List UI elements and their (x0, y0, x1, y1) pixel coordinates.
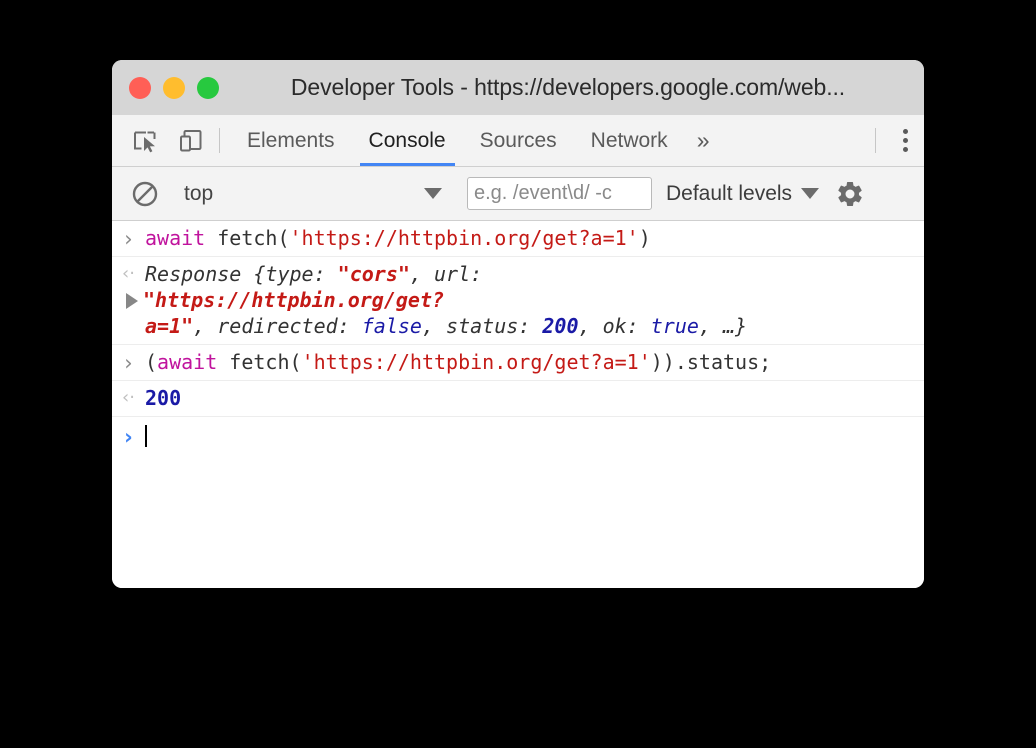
tabbar-tool-icons (112, 115, 209, 166)
tab-network-label: Network (590, 128, 668, 152)
device-toolbar-icon (180, 129, 202, 151)
chevron-down-icon (801, 188, 820, 199)
devtools-window: Developer Tools - https://developers.goo… (112, 60, 924, 588)
tab-console-label: Console (368, 128, 446, 152)
clear-console-icon (132, 181, 158, 206)
code-token: , redirected: (193, 314, 362, 338)
console-toolbar: top Default levels (112, 167, 924, 221)
code-token: await (157, 350, 218, 374)
log-levels-label: Default levels (666, 181, 793, 205)
kebab-dot-1 (902, 129, 908, 134)
devtools-tabbar: Elements Console Sources Network » (112, 115, 924, 167)
code-token: 200 (542, 314, 579, 338)
execution-context-label: top (184, 181, 214, 205)
code-token: , url: (409, 262, 483, 286)
console-output-value-message: ‹· 200 (112, 381, 924, 417)
tab-console[interactable]: Console (352, 115, 463, 166)
maximize-button[interactable] (197, 76, 219, 99)
tab-elements-label: Elements (247, 128, 335, 152)
code-token: , status: (421, 314, 543, 338)
devtools-settings-button[interactable] (835, 179, 865, 209)
clear-console-button[interactable] (127, 176, 163, 212)
chevron-down-icon (424, 188, 442, 199)
console-input-code: await fetch('https://httpbin.org/get?a=1… (145, 225, 665, 251)
code-token: , …} (698, 314, 748, 338)
inspect-element-button[interactable] (127, 123, 163, 159)
console-filter-input[interactable] (467, 177, 652, 210)
code-token: fetch( (217, 350, 302, 374)
device-toolbar-button[interactable] (173, 123, 209, 159)
console-message-list[interactable]: › await fetch('https://httpbin.org/get?a… (112, 221, 924, 588)
code-token: )).status; (650, 350, 772, 374)
console-prompt-input[interactable] (145, 423, 161, 453)
output-arrow-icon: ‹· (122, 387, 135, 408)
console-output-value: 200 (145, 386, 182, 410)
code-token: ( (145, 350, 158, 374)
code-token: await (145, 226, 206, 250)
object-constructor-name: Response (145, 262, 254, 286)
code-token: "cors" (337, 262, 410, 286)
output-arrow-icon: ‹· (122, 263, 135, 284)
tabs-overflow-button[interactable]: » (685, 115, 722, 166)
message-gutter: ‹· (112, 261, 145, 283)
minimize-button[interactable] (163, 76, 185, 99)
code-token: fetch( (205, 226, 290, 250)
console-input-message: › (await fetch('https://httpbin.org/get?… (112, 345, 924, 381)
execution-context-select[interactable]: top (184, 182, 446, 206)
code-token: , ok: (578, 314, 651, 338)
message-gutter: › (112, 225, 145, 250)
kebab-dot-3 (902, 147, 908, 152)
text-caret (145, 425, 147, 447)
console-input-message: › await fetch('https://httpbin.org/get?a… (112, 221, 924, 257)
code-token: 'https://httpbin.org/get?a=1' (301, 350, 651, 374)
traffic-lights (129, 76, 219, 99)
inspect-element-icon (134, 131, 156, 152)
message-gutter: › (112, 423, 145, 448)
code-token: "https://httpbin.org/get? (143, 288, 445, 312)
code-token: ) (638, 226, 651, 250)
console-input-code: (await fetch('https://httpbin.org/get?a=… (145, 349, 785, 375)
close-button[interactable] (129, 76, 151, 99)
tab-elements[interactable]: Elements (230, 115, 352, 166)
message-gutter: ‹· (112, 385, 145, 407)
window-title: Developer Tools - https://developers.goo… (290, 74, 846, 100)
message-gutter: › (112, 349, 145, 374)
console-output-object-message: ‹· Response {type: "cors", url: "https:/… (112, 257, 924, 345)
tab-sources[interactable]: Sources (463, 115, 574, 166)
input-arrow-icon: › (124, 227, 133, 251)
window-titlebar: Developer Tools - https://developers.goo… (112, 60, 924, 115)
code-token: 'https://httpbin.org/get?a=1' (289, 226, 639, 250)
code-token: a=1" (145, 314, 194, 338)
tabbar-divider-2 (875, 128, 876, 153)
code-token: true (650, 314, 699, 338)
double-chevron-right-icon: » (696, 127, 710, 153)
gear-icon (838, 181, 862, 206)
input-arrow-icon: › (124, 351, 133, 375)
tabbar-divider-1 (219, 128, 220, 153)
object-preview-line-2: "https://httpbin.org/get? (126, 287, 747, 313)
console-object-preview[interactable]: Response {type: "cors", url: "https://ht… (126, 261, 747, 339)
tab-network[interactable]: Network (574, 115, 685, 166)
console-prompt-row[interactable]: › (112, 417, 924, 458)
code-token: false (361, 314, 422, 338)
code-token: {type: (253, 262, 338, 286)
object-preview-line-1: Response {type: "cors", url: (145, 261, 747, 287)
devtools-main-menu-button[interactable] (886, 115, 924, 166)
object-preview-line-3: a=1", redirected: false, status: 200, ok… (145, 313, 747, 339)
log-levels-select[interactable]: Default levels (666, 182, 823, 206)
expand-triangle-icon[interactable] (126, 293, 138, 309)
kebab-dot-2 (902, 138, 908, 143)
prompt-arrow-icon: › (124, 425, 133, 449)
devtools-tabs: Elements Console Sources Network » (230, 115, 865, 166)
tab-sources-label: Sources (479, 128, 557, 152)
